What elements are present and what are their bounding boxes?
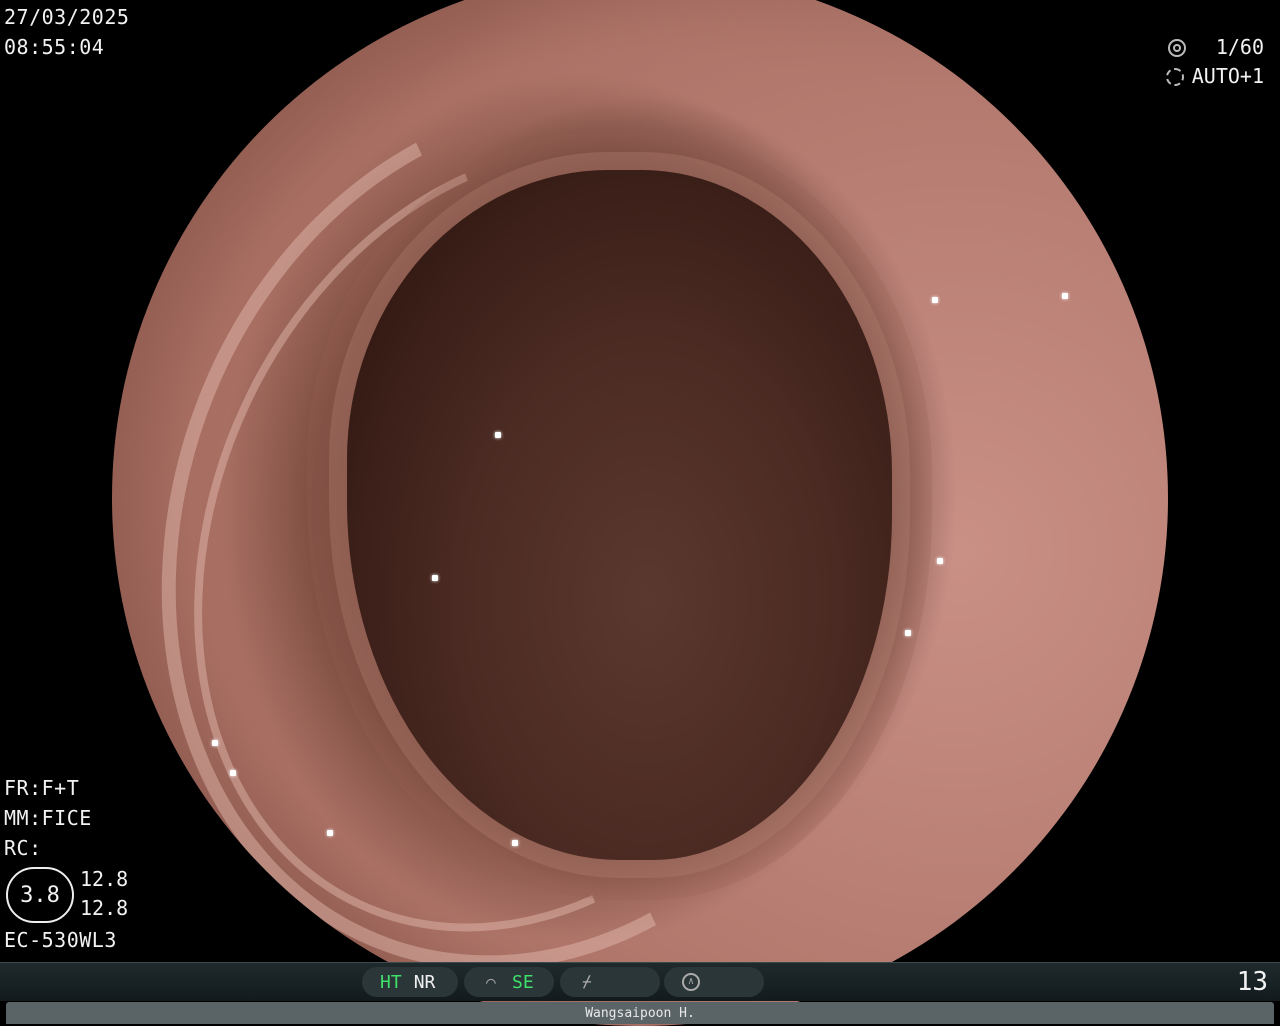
light-reflection <box>230 770 236 776</box>
enhancement-value-top: 12.8 <box>80 867 129 891</box>
fr-setting: FR:F+T <box>4 776 80 800</box>
ht-indicator: HT <box>380 971 402 993</box>
colon-lumen <box>347 170 892 860</box>
light-reflection <box>905 630 911 636</box>
exam-date: 27/03/2025 <box>4 5 130 29</box>
shutter-row: 1/60 <box>1166 33 1264 62</box>
enhancement-value-bottom: 12.8 <box>80 896 129 920</box>
iris-row: AUTO+1 <box>1165 62 1264 91</box>
light-reflection <box>1062 293 1068 299</box>
iris-icon <box>1165 67 1184 86</box>
light-reflection <box>932 297 938 303</box>
physician-name-bar: Wangsaipoon H. <box>6 1002 1274 1024</box>
nr-indicator: NR <box>413 971 436 993</box>
mm-setting: MM:FICE <box>4 806 92 830</box>
se-indicator: SE <box>512 971 534 993</box>
auto-indicator: ∧ <box>664 967 764 997</box>
rc-setting: RC: <box>4 836 42 860</box>
endoscopy-image <box>112 0 1168 1026</box>
structure-enhance-icon: ⌒ <box>486 972 496 991</box>
physician-name: Wangsaipoon H. <box>585 1006 695 1021</box>
se-indicator-group: ⌒ SE <box>464 967 554 997</box>
light-reflection <box>937 558 943 564</box>
enhancement-level: 3.8 <box>20 882 60 908</box>
light-reflection <box>212 740 218 746</box>
light-reflection <box>495 432 501 438</box>
auto-circle-icon: ∧ <box>682 973 700 991</box>
scope-model: EC-530WL3 <box>4 928 117 952</box>
shutter-icon <box>1167 38 1186 57</box>
status-bar: HT NR ⌒ SE ⌿ ∧ <box>0 962 1280 1001</box>
shutter-speed: 1/60 <box>1215 35 1264 59</box>
enhancement-level-badge: 3.8 <box>6 867 74 923</box>
exam-time: 08:55:04 <box>4 35 105 59</box>
light-reflection <box>327 830 333 836</box>
light-reflection <box>512 840 518 846</box>
slash-icon: ⌿ <box>582 972 592 991</box>
enhancement-values: 12.8 12.8 <box>80 865 128 923</box>
freeze-indicator: ⌿ <box>560 967 660 997</box>
light-reflection <box>432 575 438 581</box>
iris-mode: AUTO+1 <box>1191 64 1264 88</box>
ht-nr-indicator: HT NR <box>362 967 458 997</box>
image-counter: 13 <box>1236 967 1268 997</box>
camera-settings: 1/60 AUTO+1 <box>1165 33 1264 91</box>
